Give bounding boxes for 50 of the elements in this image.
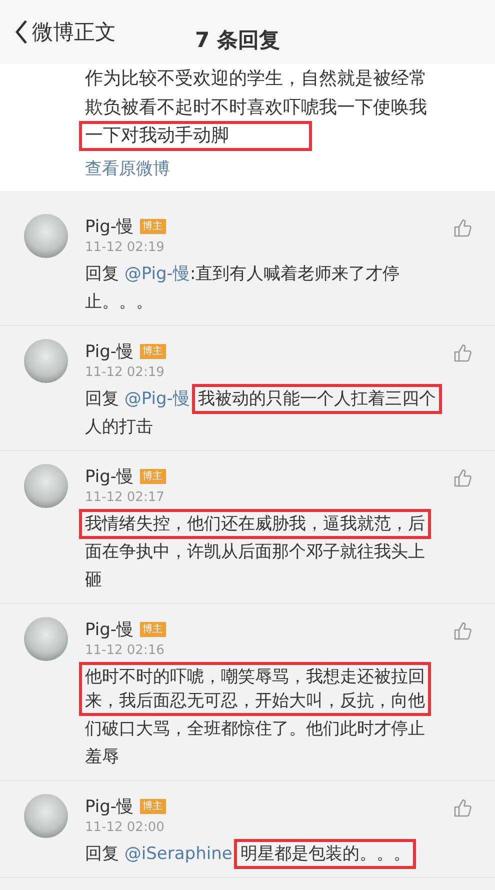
comment-text: 人的打击 bbox=[85, 417, 153, 437]
comment-text: 羞辱 bbox=[85, 747, 119, 767]
author-tag: 博主 bbox=[140, 798, 166, 814]
comment-text: 作为比较不受欢迎的学生，自然就是被经常 bbox=[85, 68, 427, 89]
comment-text: 面在争执中，许凯从后面那个邓子就往我头上 bbox=[85, 542, 425, 562]
highlighted-text: 来，我后面忍无可忍，开始大叫，反抗，向他 bbox=[85, 690, 425, 713]
author-tag: 博主 bbox=[140, 344, 166, 358]
comment-time: 11-12 02:19 bbox=[85, 364, 166, 382]
back-icon bbox=[14, 19, 28, 45]
comment-text: 欺负被看不起时不时喜欢吓唬我一下使唤我 bbox=[85, 97, 427, 118]
mention-link[interactable]: @iSeraphine bbox=[124, 844, 232, 864]
comment-time: 11-12 02:19 bbox=[85, 239, 166, 257]
avatar[interactable] bbox=[24, 339, 68, 383]
user-name[interactable]: Pig-慢 bbox=[85, 464, 134, 488]
thumbs-up-icon[interactable] bbox=[453, 798, 473, 818]
comment-time: 11-12 02:00 bbox=[85, 819, 166, 837]
view-original-link[interactable]: 查看原微博 bbox=[85, 155, 475, 183]
highlighted-text: 一下对我动手动脚 bbox=[85, 124, 229, 148]
mention-link[interactable]: @Pig-慢 bbox=[124, 389, 190, 409]
highlighted-text: 我情绪失控，他们还在威胁我，逼我就范，后 bbox=[85, 513, 425, 536]
author-tag: 博主 bbox=[140, 468, 166, 484]
comment-text: 回复 bbox=[85, 844, 120, 864]
avatar[interactable] bbox=[24, 464, 68, 508]
highlighted-text: 明星都是包装的。。。 bbox=[240, 843, 410, 866]
thumbs-up-icon[interactable] bbox=[453, 218, 473, 238]
comment-time: 11-12 02:16 bbox=[85, 642, 166, 660]
user-name[interactable]: Pig-慢 bbox=[85, 794, 134, 818]
comment-text: 回复 bbox=[85, 264, 120, 284]
avatar[interactable] bbox=[24, 214, 68, 258]
comment-text: :直到有人喊着老师来了才停 bbox=[190, 264, 400, 284]
user-name[interactable]: Pig-慢 bbox=[85, 340, 134, 362]
comment-text: 们破口大骂，全班都惊住了。他们此时才停止 bbox=[85, 719, 425, 739]
comment-text: 止。。。 bbox=[85, 292, 153, 312]
author-tag: 博主 bbox=[140, 622, 166, 636]
mention-link[interactable]: @Pig-慢 bbox=[124, 264, 190, 284]
user-name[interactable]: Pig-慢 bbox=[85, 214, 134, 238]
thumbs-up-icon[interactable] bbox=[453, 343, 473, 363]
comment-time: 11-12 02:17 bbox=[85, 489, 166, 507]
page-title: 7 条回复 bbox=[195, 27, 280, 54]
back-button[interactable]: 微博正文 bbox=[0, 18, 116, 46]
thumbs-up-icon[interactable] bbox=[453, 468, 473, 488]
highlighted-text: 他时不时的吓唬，嘲笑辱骂，我想走还被拉回 bbox=[85, 666, 425, 689]
thumbs-up-icon[interactable] bbox=[453, 621, 473, 641]
comment-text: 回复 bbox=[85, 389, 120, 409]
avatar[interactable] bbox=[24, 617, 68, 661]
highlighted-text: 我被动的只能一个人扛着三四个 bbox=[198, 388, 436, 411]
comment-text: 砸 bbox=[85, 570, 102, 590]
user-name[interactable]: Pig-慢 bbox=[85, 618, 134, 640]
author-tag: 博主 bbox=[140, 218, 166, 234]
avatar[interactable] bbox=[24, 794, 68, 838]
